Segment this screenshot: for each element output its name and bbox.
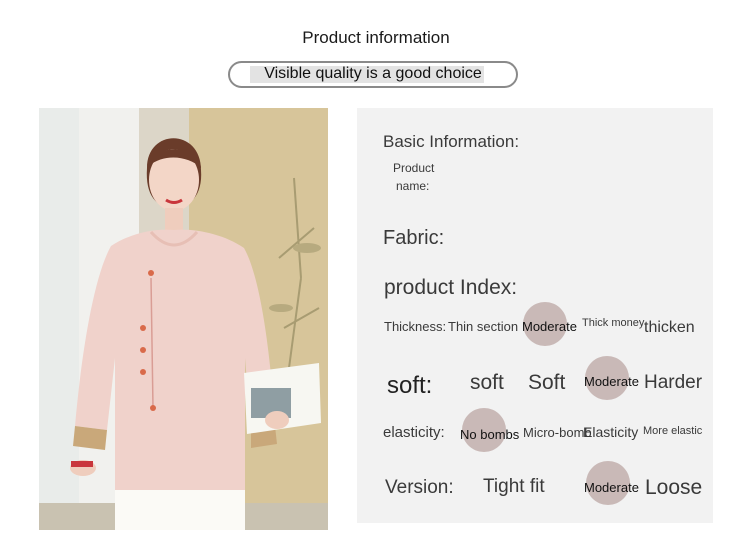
softness-option: Soft <box>528 371 566 394</box>
version-option-selected: Moderate <box>584 480 639 495</box>
softness-option-selected: Moderate <box>584 374 639 389</box>
version-option: Tight fit <box>483 476 545 497</box>
elasticity-option: Micro-bomb <box>523 425 592 440</box>
softness-option: soft <box>470 371 504 394</box>
version-label: Version: <box>385 477 454 498</box>
thickness-option-selected: Moderate <box>522 319 577 334</box>
elasticity-label: elasticity: <box>383 424 445 441</box>
product-info-panel: Basic Information: Product name: Fabric:… <box>357 108 713 523</box>
slogan-banner: Visible quality is a good choice <box>228 61 518 88</box>
elasticity-option: More elastic <box>643 425 703 437</box>
thickness-option: thicken <box>644 319 695 336</box>
fabric-label: Fabric: <box>383 227 445 249</box>
thickness-option: Thin section <box>448 319 519 334</box>
elasticity-option-selected: No bombs <box>460 427 520 442</box>
product-index-label: product Index: <box>384 276 518 299</box>
softness-option: Harder <box>644 372 703 393</box>
thickness-label: Thickness: <box>384 319 447 334</box>
page-title: Product information <box>302 28 450 47</box>
product-name-label: Product <box>393 161 435 175</box>
product-photo <box>39 108 328 530</box>
model-illustration <box>39 108 328 530</box>
thickness-option: Thick money <box>582 317 645 329</box>
softness-label: soft: <box>387 372 433 399</box>
basic-info-label: Basic Information: <box>383 132 520 151</box>
slogan-text: Visible quality is a good choice <box>264 65 482 82</box>
elasticity-option: Elasticity <box>583 424 639 440</box>
product-name-label-2: name: <box>396 179 430 193</box>
version-option: Loose <box>645 476 703 499</box>
